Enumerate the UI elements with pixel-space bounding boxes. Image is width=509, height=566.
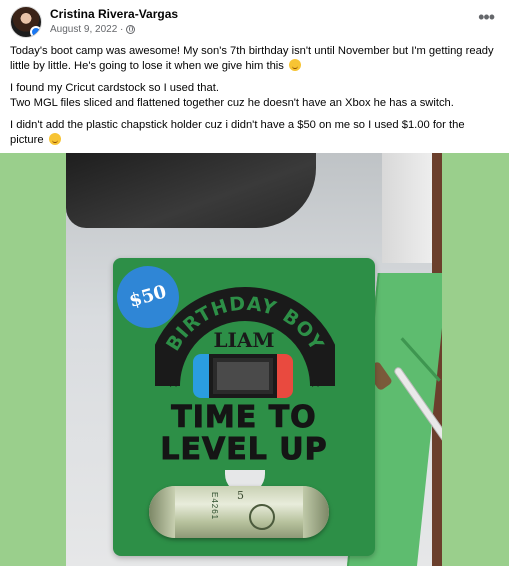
nintendo-switch-icon (193, 354, 293, 398)
bill-seal-icon (249, 504, 275, 530)
smiling-emoji-icon (48, 133, 61, 145)
headline-line-1: TIME TO (171, 400, 317, 436)
bill-digit: 5 (237, 489, 244, 502)
post-header: Cristina Rivera-Vargas August 9, 2022 · … (10, 6, 500, 42)
grinning-emoji-icon (288, 59, 301, 71)
switch-screen (209, 354, 277, 398)
star-right-icon: ★ (309, 374, 322, 390)
facebook-post: Cristina Rivera-Vargas August 9, 2022 · … (0, 0, 509, 566)
post-date[interactable]: August 9, 2022 · (50, 24, 123, 35)
post-paragraph: I found my Cricut cardstock so I used th… (10, 82, 219, 94)
globe-icon (126, 25, 136, 34)
post-text: Today's boot camp was awesome! My son's … (10, 44, 500, 155)
child-name: LIAM (213, 328, 275, 352)
bill-end-left (149, 486, 175, 538)
bill-serial: E4261 (210, 492, 219, 521)
black-bag (66, 153, 316, 228)
star-left-icon: ★ (167, 374, 180, 390)
post-photo[interactable]: $50 BIRTHDAY BOY ★ ★ LIAM TIME TO LEVEL … (0, 153, 509, 566)
post-paragraph: Two MGL files sliced and flattened toget… (10, 97, 454, 109)
more-options-icon[interactable]: ••• (478, 8, 495, 26)
post-paragraph: Today's boot camp was awesome! My son's … (10, 45, 494, 72)
post-paragraph: I didn't add the plastic chapstick holde… (10, 119, 465, 146)
money-card: $50 BIRTHDAY BOY ★ ★ LIAM TIME TO LEVEL … (109, 258, 375, 556)
author-name[interactable]: Cristina Rivera-Vargas (50, 7, 178, 21)
story-ring-icon (30, 26, 41, 37)
rolled-dollar-bill: 5 E4261 (149, 486, 329, 538)
joycon-left (193, 354, 209, 398)
post-meta: August 9, 2022 · (50, 24, 136, 35)
photo-scene: $50 BIRTHDAY BOY ★ ★ LIAM TIME TO LEVEL … (66, 153, 442, 566)
joycon-right (277, 354, 293, 398)
author-avatar[interactable] (10, 6, 42, 38)
headline-line-2: LEVEL UP (160, 432, 328, 468)
bill-end-right (303, 486, 329, 538)
